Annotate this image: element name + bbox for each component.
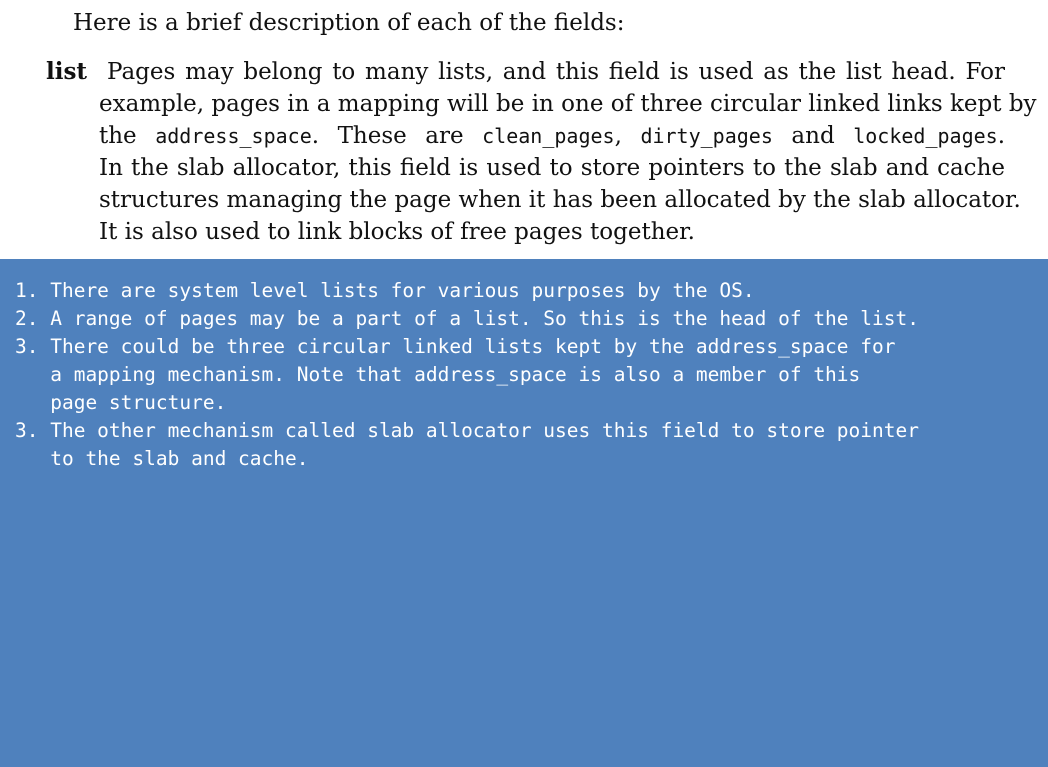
description-line: structures managing the page when it has… — [99, 187, 1021, 213]
code-locked-pages: locked_pages — [853, 124, 998, 148]
note-line: a mapping mechanism. Note that address_s… — [15, 363, 861, 386]
description-text: and — [772, 123, 854, 149]
description-line: the address_space. These are clean_pages… — [99, 120, 1005, 152]
code-address-space: address_space — [155, 124, 312, 148]
code-dirty-pages: dirty_pages — [640, 124, 773, 148]
note-line: page structure. — [15, 391, 227, 414]
description-line: It is also used to link blocks of free p… — [99, 219, 695, 245]
description-line: In the slab allocator, this field is use… — [99, 155, 1005, 181]
document-excerpt: Here is a brief description of each of t… — [0, 0, 1048, 259]
notes-panel: 1. There are system level lists for vari… — [0, 259, 1048, 767]
description-text: the — [99, 123, 156, 149]
intro-text: Here is a brief description of each of t… — [73, 10, 625, 36]
field-term: list — [46, 58, 88, 85]
description-line: example, pages in a mapping will be in o… — [99, 91, 1037, 117]
note-line: 3. The other mechanism called slab alloc… — [15, 419, 919, 442]
note-line: to the slab and cache. — [15, 447, 309, 470]
description-line: Pages may belong to many lists, and this… — [107, 59, 1005, 85]
code-clean-pages: clean_pages — [482, 124, 615, 148]
description-text: . — [997, 123, 1006, 149]
description-text: , — [614, 123, 641, 149]
note-line: 2. A range of pages may be a part of a l… — [15, 307, 919, 330]
note-line: 3. There could be three circular linked … — [15, 335, 896, 358]
description-text: . These are — [311, 123, 483, 149]
note-line: 1. There are system level lists for vari… — [15, 279, 755, 302]
